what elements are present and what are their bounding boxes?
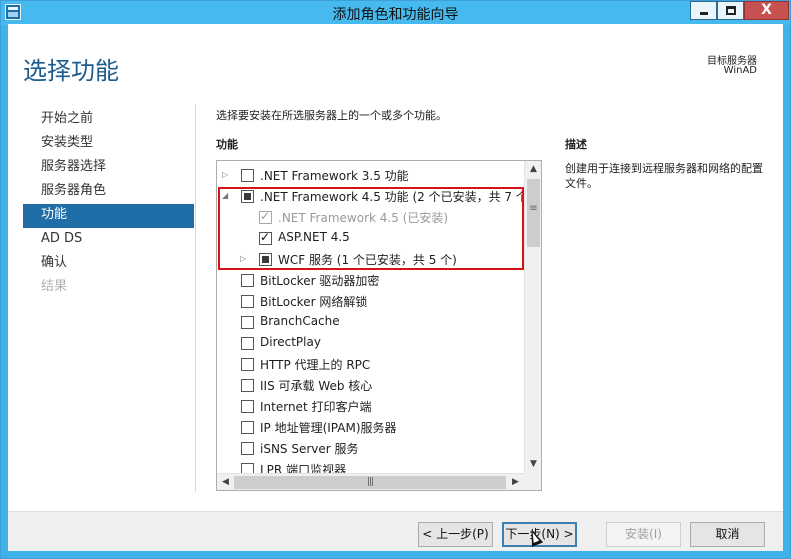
feature-label: iSNS Server 服务 <box>260 442 359 456</box>
minimize-icon <box>700 12 708 15</box>
scroll-down-arrow-icon[interactable]: ▼ <box>525 456 541 473</box>
nav-item-results: 结果 <box>41 279 68 294</box>
tree-row[interactable]: ▷ .NET Framework 3.5 功能 <box>217 165 523 186</box>
nav-divider <box>195 104 196 492</box>
feature-checkbox[interactable] <box>241 379 254 392</box>
scroll-right-arrow-icon[interactable]: ▶ <box>507 474 524 490</box>
window-title: 添加角色和功能向导 <box>332 7 459 23</box>
feature-checkbox[interactable] <box>241 169 254 182</box>
feature-label: .NET Framework 4.5 功能 (2 个已安装，共 7 个) <box>260 190 533 204</box>
tree-row[interactable]: ▷ WCF 服务 (1 个已安装，共 5 个) <box>217 249 523 270</box>
description-heading: 描述 <box>565 138 587 151</box>
features-tree[interactable]: ▷ .NET Framework 3.5 功能 ◢ .NET Framework… <box>216 160 542 491</box>
horizontal-scrollbar[interactable]: ◀ ||| ▶ <box>217 473 524 490</box>
wizard-nav: 开始之前 安装类型 服务器选择 服务器角色 功能 AD DS 确认 结果 <box>23 108 194 300</box>
vertical-scroll-thumb[interactable] <box>527 179 540 247</box>
tree-row[interactable]: IIS 可承载 Web 核心 <box>217 375 523 396</box>
tree-row[interactable]: ASP.NET 4.5 <box>217 228 523 249</box>
feature-checkbox[interactable] <box>259 230 272 245</box>
feature-label: ASP.NET 4.5 <box>278 230 350 244</box>
maximize-icon <box>726 6 736 15</box>
feature-checkbox[interactable] <box>241 316 254 329</box>
scroll-left-arrow-icon[interactable]: ◀ <box>217 474 234 490</box>
feature-label: IP 地址管理(IPAM)服务器 <box>260 421 397 435</box>
scroll-up-arrow-icon[interactable]: ▲ <box>525 161 541 178</box>
feature-checkbox[interactable] <box>241 442 254 455</box>
expand-arrow-icon[interactable]: ▷ <box>240 254 250 264</box>
feature-checkbox <box>259 209 272 224</box>
cancel-button[interactable]: 取消 <box>690 522 765 547</box>
tree-row[interactable]: Internet 打印客户端 <box>217 396 523 417</box>
previous-button[interactable]: < 上一步(P) <box>418 522 493 547</box>
feature-checkbox[interactable] <box>241 295 254 308</box>
nav-item-features[interactable]: 功能 <box>23 204 194 228</box>
feature-label: DirectPlay <box>260 335 321 349</box>
close-icon: X <box>761 2 772 18</box>
instruction-text: 选择要安装在所选服务器上的一个或多个功能。 <box>216 109 447 122</box>
features-heading: 功能 <box>216 138 238 151</box>
feature-checkbox[interactable] <box>241 274 254 287</box>
tree-row[interactable]: DirectPlay <box>217 333 523 354</box>
feature-checkbox[interactable] <box>241 358 254 371</box>
feature-label: WCF 服务 (1 个已安装，共 5 个) <box>278 253 457 267</box>
feature-label: BitLocker 网络解锁 <box>260 295 368 309</box>
features-tree-rows: ▷ .NET Framework 3.5 功能 ◢ .NET Framework… <box>217 165 533 480</box>
feature-checkbox[interactable] <box>241 337 254 350</box>
tree-row[interactable]: BitLocker 网络解锁 <box>217 291 523 312</box>
feature-label: .NET Framework 4.5 (已安装) <box>278 211 449 225</box>
close-button[interactable]: X <box>744 1 789 20</box>
title-bar[interactable]: 添加角色和功能向导 X <box>1 1 790 25</box>
description-text: 创建用于连接到远程服务器和网络的配置文件。 <box>565 162 763 190</box>
feature-checkbox[interactable] <box>241 190 254 203</box>
tree-row: .NET Framework 4.5 (已安装) <box>217 207 523 228</box>
feature-checkbox[interactable] <box>241 400 254 413</box>
horizontal-scroll-thumb[interactable]: ||| <box>234 476 506 489</box>
vertical-scrollbar[interactable]: ▲ ▼ <box>524 161 541 473</box>
feature-label: BitLocker 驱动器加密 <box>260 274 380 288</box>
nav-item-confirmation[interactable]: 确认 <box>23 252 194 276</box>
tree-row[interactable]: iSNS Server 服务 <box>217 438 523 459</box>
tree-row[interactable]: BranchCache <box>217 312 523 333</box>
page-title: 选择功能 <box>23 57 119 85</box>
feature-label: HTTP 代理上的 RPC <box>260 358 371 372</box>
collapse-arrow-icon[interactable]: ◢ <box>222 191 232 201</box>
tree-row[interactable]: HTTP 代理上的 RPC <box>217 354 523 375</box>
feature-label: Internet 打印客户端 <box>260 400 372 414</box>
feature-label: BranchCache <box>260 314 340 328</box>
maximize-button[interactable] <box>717 1 744 20</box>
nav-item-installation-type[interactable]: 安装类型 <box>23 132 194 156</box>
feature-checkbox[interactable] <box>241 421 254 434</box>
destination-server-value: WinAD <box>723 65 757 76</box>
feature-checkbox[interactable] <box>259 253 272 266</box>
tree-row[interactable]: IP 地址管理(IPAM)服务器 <box>217 417 523 438</box>
nav-item-server-selection[interactable]: 服务器选择 <box>23 156 194 180</box>
feature-label: IIS 可承载 Web 核心 <box>260 379 373 393</box>
tree-row[interactable]: ◢ .NET Framework 4.5 功能 (2 个已安装，共 7 个) <box>217 186 533 207</box>
tree-row[interactable]: BitLocker 驱动器加密 <box>217 270 523 291</box>
nav-item-ad-ds[interactable]: AD DS <box>23 228 194 252</box>
scrollbar-corner <box>524 473 541 490</box>
nav-item-before-you-begin[interactable]: 开始之前 <box>23 108 194 132</box>
minimize-button[interactable] <box>690 1 717 20</box>
install-button: 安装(I) <box>606 522 681 547</box>
feature-label: .NET Framework 3.5 功能 <box>260 169 409 183</box>
nav-item-server-roles[interactable]: 服务器角色 <box>23 180 194 204</box>
expand-arrow-icon[interactable]: ▷ <box>222 170 232 180</box>
